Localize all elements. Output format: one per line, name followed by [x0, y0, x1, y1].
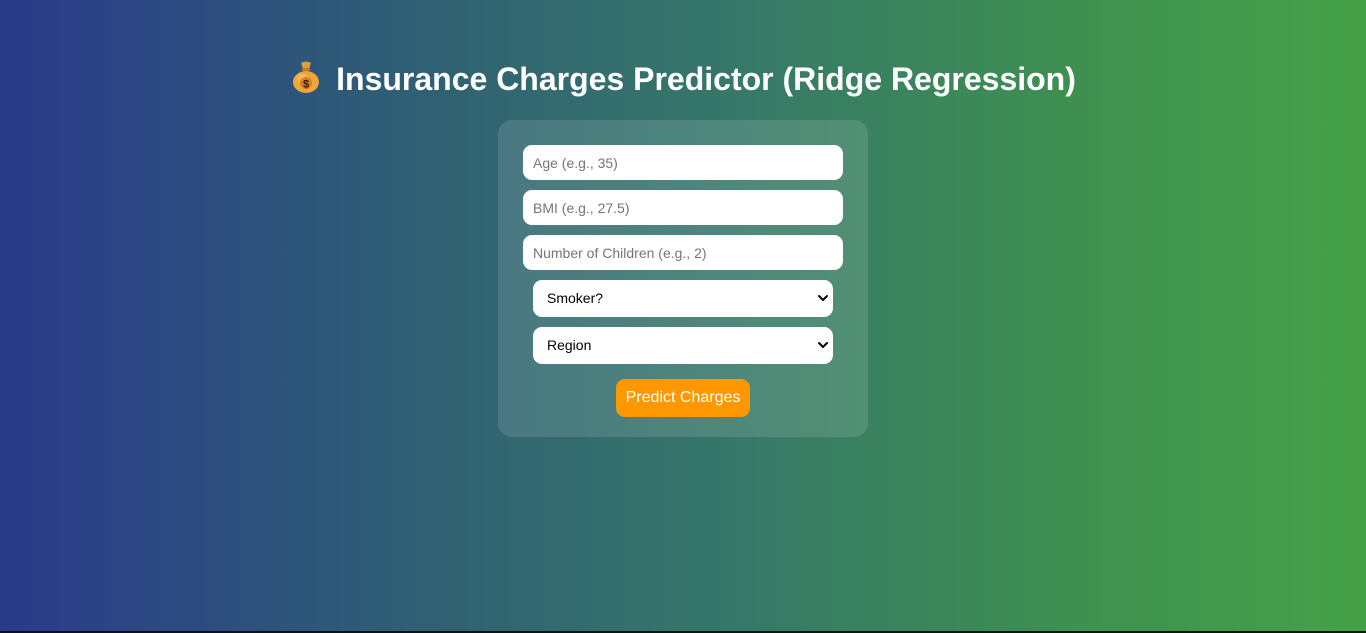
smoker-select-value: Smoker? — [547, 290, 604, 306]
children-input[interactable] — [523, 235, 843, 270]
bmi-input[interactable] — [523, 190, 843, 225]
page-title: $ Insurance Charges Predictor (Ridge Reg… — [0, 58, 1366, 100]
region-select[interactable]: Region — [533, 327, 833, 364]
chevron-down-icon — [818, 295, 828, 301]
smoker-select[interactable]: Smoker? — [533, 280, 833, 317]
region-select-value: Region — [547, 337, 592, 353]
age-input[interactable] — [523, 145, 843, 180]
svg-text:$: $ — [303, 79, 309, 91]
money-bag-icon: $ — [293, 61, 320, 93]
chevron-down-icon — [818, 342, 828, 348]
page-title-text: Insurance Charges Predictor (Ridge Regre… — [336, 61, 1076, 97]
predict-charges-button[interactable]: Predict Charges — [616, 379, 750, 417]
prediction-form-card: Smoker? Region Predict Charges — [498, 120, 868, 437]
